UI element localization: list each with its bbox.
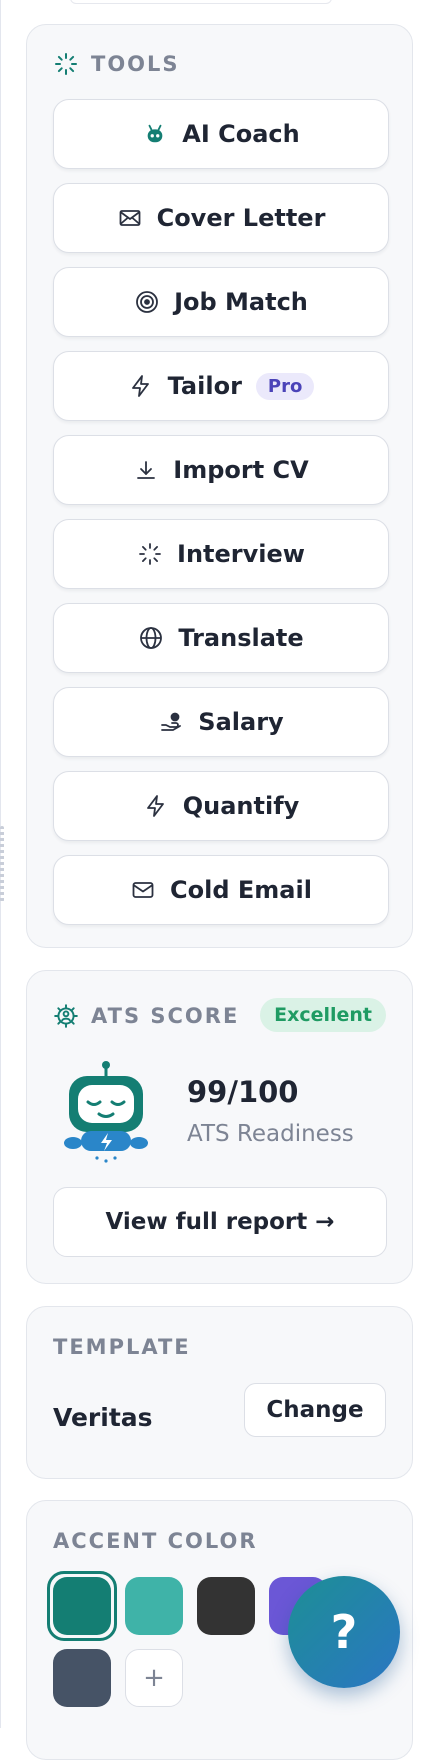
help-button[interactable]: ? bbox=[288, 1576, 400, 1688]
status-badge: Excellent bbox=[260, 998, 386, 1032]
sparkle-icon bbox=[53, 51, 79, 77]
ats-robot-mascot bbox=[63, 1059, 149, 1171]
add-color-button[interactable]: + bbox=[125, 1649, 183, 1707]
tailor-button[interactable]: Tailor Pro bbox=[53, 351, 389, 421]
template-panel: TEMPLATE Veritas Change bbox=[26, 1306, 413, 1479]
interview-label: Interview bbox=[177, 540, 305, 568]
ats-title: ATS SCORE bbox=[91, 1004, 240, 1028]
tailor-label: Tailor bbox=[167, 372, 242, 400]
cover-letter-button[interactable]: Cover Letter bbox=[53, 183, 389, 253]
mail-icon bbox=[130, 877, 156, 903]
color-swatch-1[interactable] bbox=[53, 1577, 111, 1635]
accent-title: ACCENT COLOR bbox=[53, 1529, 258, 1553]
sparkle-loader-icon bbox=[137, 541, 163, 567]
tools-panel: TOOLS AI Coach Cover Letter Job Match Ta… bbox=[26, 24, 413, 948]
hand-coins-icon bbox=[158, 709, 184, 735]
view-full-report-button[interactable]: View full report → bbox=[53, 1187, 387, 1257]
template-header: TEMPLATE bbox=[53, 1335, 191, 1359]
salary-label: Salary bbox=[198, 708, 284, 736]
lightning-icon bbox=[128, 373, 154, 399]
translate-button[interactable]: Translate bbox=[53, 603, 389, 673]
resize-handle[interactable] bbox=[0, 826, 4, 902]
salary-button[interactable]: Salary bbox=[53, 687, 389, 757]
template-title: TEMPLATE bbox=[53, 1335, 191, 1359]
quantify-label: Quantify bbox=[182, 792, 300, 820]
job-match-button[interactable]: Job Match bbox=[53, 267, 389, 337]
top-card-edge bbox=[70, 0, 332, 4]
tools-header: TOOLS bbox=[53, 51, 180, 77]
globe-icon bbox=[138, 625, 164, 651]
cold-email-label: Cold Email bbox=[170, 876, 312, 904]
import-cv-button[interactable]: Import CV bbox=[53, 435, 389, 505]
ai-coach-button[interactable]: AI Coach bbox=[53, 99, 389, 169]
cover-letter-label: Cover Letter bbox=[156, 204, 326, 232]
cold-email-button[interactable]: Cold Email bbox=[53, 855, 389, 925]
target-icon bbox=[134, 289, 160, 315]
color-swatch-5[interactable] bbox=[53, 1649, 111, 1707]
ats-header: ATS SCORE bbox=[53, 1003, 239, 1029]
lightning-icon bbox=[143, 793, 169, 819]
robot-icon bbox=[142, 121, 168, 147]
template-name: Veritas bbox=[53, 1403, 153, 1432]
tools-title: TOOLS bbox=[91, 52, 180, 76]
pro-badge: Pro bbox=[255, 372, 315, 400]
envelope-icon bbox=[117, 205, 143, 231]
swatch-selected-ring bbox=[47, 1571, 117, 1641]
ats-score-subtitle: ATS Readiness bbox=[187, 1121, 354, 1147]
interview-button[interactable]: Interview bbox=[53, 519, 389, 589]
accent-header: ACCENT COLOR bbox=[53, 1529, 258, 1553]
quantify-button[interactable]: Quantify bbox=[53, 771, 389, 841]
job-match-label: Job Match bbox=[174, 288, 308, 316]
color-swatch-3[interactable] bbox=[197, 1577, 255, 1635]
ats-score-panel: ATS SCORE Excellent 99/100 ATS Readiness… bbox=[26, 970, 413, 1284]
ats-score-value: 99/100 bbox=[187, 1075, 299, 1109]
change-template-button[interactable]: Change bbox=[244, 1383, 386, 1437]
download-icon bbox=[133, 457, 159, 483]
ai-coach-label: AI Coach bbox=[182, 120, 300, 148]
color-swatch-2[interactable] bbox=[125, 1577, 183, 1635]
translate-label: Translate bbox=[178, 624, 304, 652]
import-cv-label: Import CV bbox=[173, 456, 309, 484]
ats-badge-icon bbox=[53, 1003, 79, 1029]
